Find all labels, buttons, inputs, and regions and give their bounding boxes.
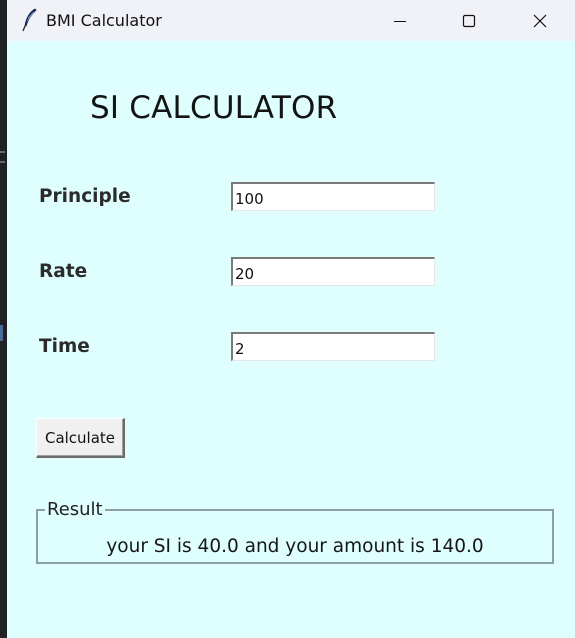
minimize-button[interactable] [377, 0, 423, 41]
maximize-button[interactable] [446, 0, 492, 41]
maximize-icon [462, 14, 476, 27]
desktop-mark [0, 325, 3, 341]
feather-icon [22, 8, 37, 32]
minimize-icon [394, 20, 406, 22]
close-icon [533, 14, 547, 27]
window-title: BMI Calculator [46, 11, 162, 30]
result-legend: Result [45, 499, 105, 520]
desktop-mark [0, 151, 5, 153]
desktop-mark [0, 161, 5, 163]
result-text: your SI is 40.0 and your amount is 140.0 [106, 536, 484, 557]
time-field[interactable] [231, 332, 435, 361]
page-title: SI CALCULATOR [90, 90, 338, 126]
rate-field[interactable] [231, 257, 435, 286]
rate-label: Rate [39, 261, 88, 282]
calculate-button[interactable]: Calculate [36, 418, 125, 458]
principle-label: Principle [39, 186, 131, 207]
close-button[interactable] [517, 0, 563, 41]
time-label: Time [39, 336, 90, 357]
desktop-edge [0, 0, 7, 638]
app-window: BMI Calculator SI CALCULATOR Principle R… [7, 0, 575, 638]
title-bar[interactable]: BMI Calculator [7, 0, 575, 41]
principle-field[interactable] [231, 182, 435, 211]
